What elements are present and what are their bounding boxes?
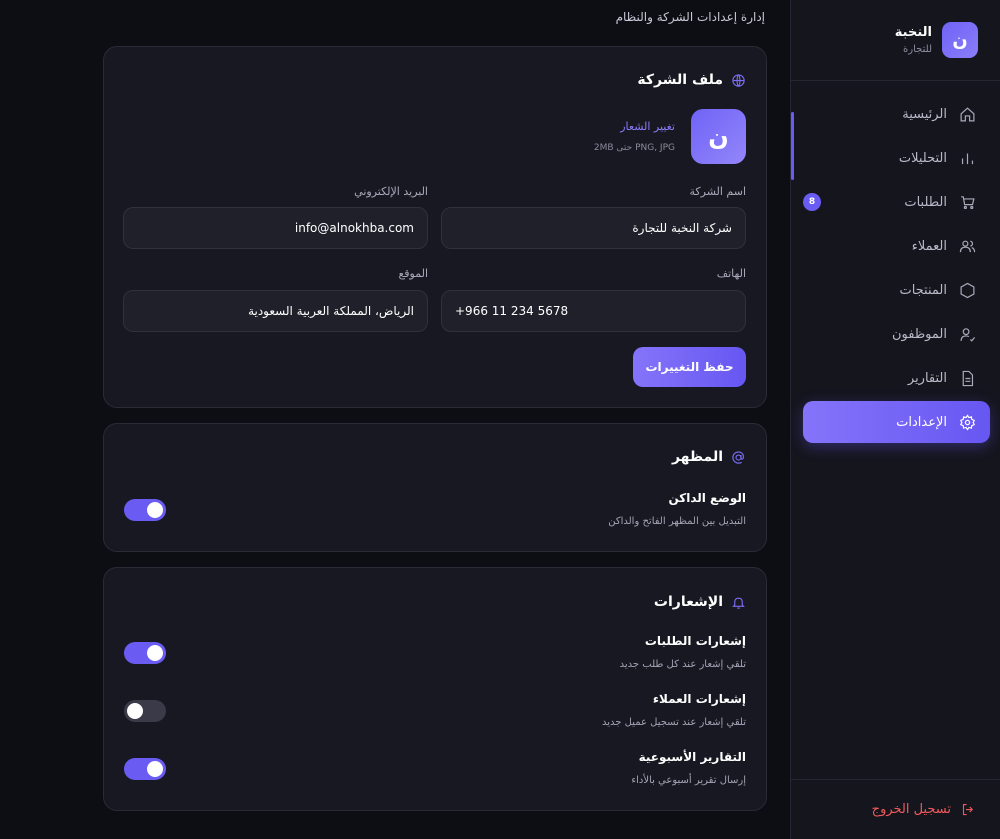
- brand-name: النخبة: [894, 25, 932, 40]
- dark-mode-title: الوضع الداكن: [668, 491, 746, 505]
- users-icon: [959, 240, 976, 252]
- sidebar: ن النخبة للتجارة الرئيسية التحليلات الطل…: [790, 0, 1000, 839]
- sidebar-nav: الرئيسية التحليلات الطلبات 8 العملاء الم…: [791, 81, 1000, 443]
- appearance-title: المظهر: [672, 449, 746, 465]
- toggle-knob: [147, 502, 163, 518]
- logout-label: تسجيل الخروج: [871, 802, 951, 817]
- weekly-reports-title: التقارير الأسبوعية: [638, 750, 746, 764]
- home-icon: [960, 106, 975, 121]
- customer-notifications-desc: تلقي إشعار عند تسجيل عميل جديد: [601, 717, 746, 728]
- sidebar-item-label: الموظفون: [892, 326, 947, 342]
- main-content: إدارة إعدادات الشركة والنظام ملف الشركة …: [0, 0, 790, 839]
- company-logo: ن: [691, 109, 746, 164]
- toggle-knob: [147, 645, 163, 661]
- logout-button[interactable]: تسجيل الخروج: [872, 802, 976, 817]
- sidebar-item-label: التحليلات: [898, 150, 947, 166]
- page-subtitle: إدارة إعدادات الشركة والنظام: [615, 10, 765, 24]
- phone-label: الهاتف: [716, 267, 746, 280]
- user-check-icon: [960, 327, 976, 342]
- sidebar-item-analytics[interactable]: التحليلات: [803, 137, 990, 179]
- sidebar-item-label: المنتجات: [899, 282, 947, 298]
- change-logo-link[interactable]: تغيير الشعار: [594, 120, 675, 133]
- company-name-label: اسم الشركة: [689, 185, 746, 198]
- bell-icon: [732, 597, 745, 609]
- email-field[interactable]: info@alnokhba.com: [123, 207, 428, 249]
- sidebar-item-reports[interactable]: التقارير: [803, 357, 990, 399]
- logout-area: تسجيل الخروج: [791, 779, 1000, 839]
- document-icon: [962, 370, 974, 386]
- sidebar-item-label: التقارير: [907, 370, 947, 386]
- sidebar-item-orders[interactable]: الطلبات 8: [803, 181, 990, 223]
- sidebar-item-label: الرئيسية: [902, 106, 947, 122]
- logo-meta: تغيير الشعار PNG, JPG حتى 2MB: [594, 120, 675, 153]
- order-notifications-title: إشعارات الطلبات: [644, 634, 746, 648]
- location-field[interactable]: الرياض، المملكة العربية السعودية: [123, 290, 428, 332]
- box-icon: [960, 282, 975, 298]
- email-label: البريد الإلكتروني: [354, 185, 428, 198]
- toggle-knob: [147, 761, 163, 777]
- sidebar-item-label: العملاء: [911, 238, 947, 254]
- gear-icon: [959, 413, 976, 431]
- weekly-reports-toggle[interactable]: [124, 758, 166, 780]
- sidebar-item-customers[interactable]: العملاء: [803, 225, 990, 267]
- sidebar-item-employees[interactable]: الموظفون: [803, 313, 990, 355]
- dark-mode-toggle[interactable]: [124, 499, 166, 521]
- company-profile-title: ملف الشركة: [637, 72, 746, 88]
- brand: ن النخبة للتجارة: [791, 0, 1000, 81]
- weekly-reports-desc: إرسال تقرير أسبوعي بالأداء: [631, 775, 746, 786]
- sidebar-item-label: الطلبات: [904, 194, 947, 210]
- company-profile-card: ملف الشركة ن تغيير الشعار PNG, JPG حتى 2…: [103, 46, 767, 408]
- appearance-card: المظهر الوضع الداكن التبديل بين المظهر ا…: [103, 423, 767, 552]
- logo-row: ن تغيير الشعار PNG, JPG حتى 2MB: [594, 109, 746, 164]
- orders-count-badge: 8: [803, 193, 821, 211]
- brand-logo: ن: [942, 22, 978, 58]
- brand-text: النخبة للتجارة: [895, 25, 932, 55]
- sidebar-item-products[interactable]: المنتجات: [803, 269, 990, 311]
- phone-value: +966 11 234 5678: [455, 304, 569, 318]
- customer-notifications-toggle[interactable]: [124, 700, 166, 722]
- location-label: الموقع: [398, 267, 428, 280]
- sidebar-item-home[interactable]: الرئيسية: [803, 93, 990, 135]
- toggle-knob: [127, 703, 143, 719]
- chart-icon: [961, 153, 974, 164]
- brand-subtitle: للتجارة: [903, 44, 932, 55]
- cart-icon: [961, 195, 975, 209]
- globe-icon: [732, 73, 745, 87]
- order-notifications-toggle[interactable]: [124, 642, 166, 664]
- sidebar-item-settings[interactable]: الإعدادات: [803, 401, 990, 443]
- sidebar-scrollbar[interactable]: [791, 112, 794, 180]
- customer-notifications-title: إشعارات العملاء: [652, 692, 746, 706]
- company-name-field[interactable]: شركة النخبة للتجارة: [441, 207, 746, 249]
- save-changes-button[interactable]: حفظ التغييرات: [633, 347, 746, 387]
- order-notifications-desc: تلقي إشعار عند كل طلب جديد: [619, 659, 746, 670]
- logout-icon: [962, 803, 974, 816]
- notifications-title: الإشعارات: [654, 594, 746, 610]
- notifications-card: الإشعارات إشعارات الطلبات تلقي إشعار عند…: [103, 567, 767, 811]
- app: ن النخبة للتجارة الرئيسية التحليلات الطل…: [0, 0, 1000, 839]
- dark-mode-desc: التبديل بين المظهر الفاتح والداكن: [608, 516, 746, 527]
- phone-field[interactable]: +966 11 234 5678: [441, 290, 746, 332]
- logo-hint: PNG, JPG حتى 2MB: [593, 143, 675, 153]
- at-sign-icon: [732, 450, 744, 464]
- sidebar-item-label: الإعدادات: [896, 414, 947, 430]
